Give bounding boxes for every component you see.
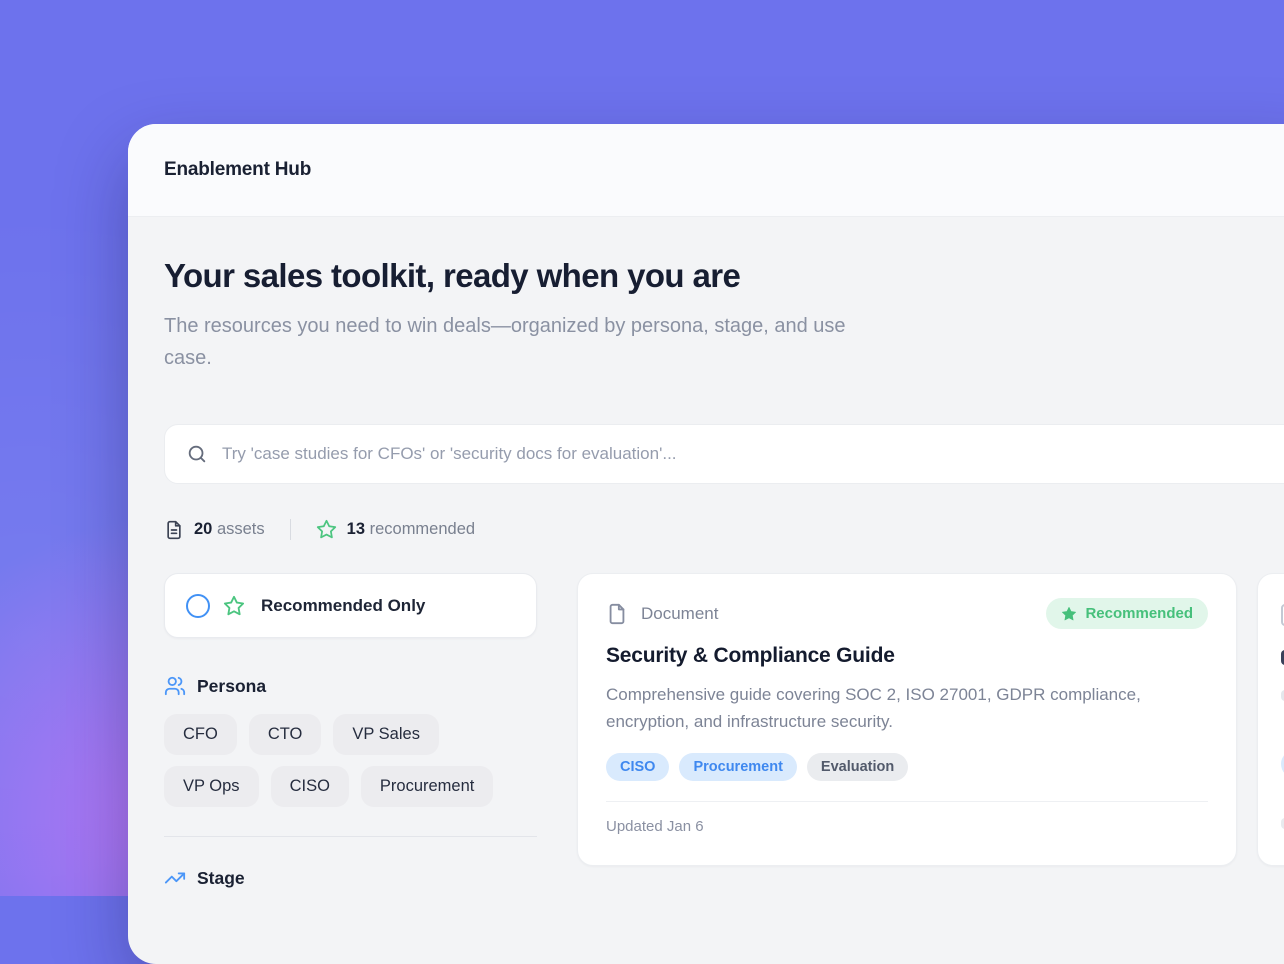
filters-and-results: Recommended Only Persona CFO CTO VP Sale… [164, 573, 1284, 889]
assets-stat: 20 assets [164, 520, 265, 540]
persona-chip-vp-ops[interactable]: VP Ops [164, 766, 259, 807]
persona-chip-vp-sales[interactable]: VP Sales [333, 714, 439, 755]
stage-label: Stage [197, 868, 245, 889]
recommended-badge-label: Recommended [1085, 605, 1193, 622]
asset-card-partial[interactable] [1257, 573, 1284, 866]
card-type-label: Document [641, 604, 718, 624]
search-box[interactable] [164, 424, 1284, 484]
stage-section-heading: Stage [164, 867, 537, 889]
sidebar-divider [164, 836, 537, 837]
recommended-stat: 13 recommended [316, 519, 475, 540]
card-description: Comprehensive guide covering SOC 2, ISO … [606, 681, 1171, 735]
page-title: Your sales toolkit, ready when you are [164, 257, 1284, 295]
card-header-row: Document Recommended [606, 598, 1208, 629]
page-subtitle: The resources you need to win deals—orga… [164, 310, 854, 374]
search-icon [186, 443, 208, 465]
card-tags: CISO Procurement Evaluation [606, 753, 1208, 781]
trending-up-icon [164, 867, 186, 889]
app-title: Enablement Hub [164, 159, 311, 181]
asset-card-security-compliance-guide[interactable]: Document Recommended Security & Complian… [577, 573, 1237, 866]
recommended-only-toggle[interactable]: Recommended Only [164, 573, 537, 638]
card-updated: Updated Jan 6 [606, 801, 1208, 835]
persona-chip-procurement[interactable]: Procurement [361, 766, 493, 807]
users-icon [164, 675, 186, 697]
main-content: Your sales toolkit, ready when you are T… [128, 257, 1284, 889]
file-icon [606, 603, 628, 625]
app-header: Enablement Hub [128, 124, 1284, 217]
tag-ciso: CISO [606, 753, 669, 781]
card-type: Document [606, 603, 718, 625]
persona-chips: CFO CTO VP Sales VP Ops CISO Procurement [164, 714, 537, 807]
persona-chip-ciso[interactable]: CISO [271, 766, 349, 807]
asset-cards: Document Recommended Security & Complian… [577, 573, 1284, 866]
star-filled-icon [1061, 606, 1077, 622]
star-icon [316, 519, 337, 540]
tag-procurement: Procurement [679, 753, 796, 781]
search-input[interactable] [222, 444, 1284, 464]
stats-row: 20 assets 13 recommended [164, 519, 1284, 540]
enablement-hub-window: Enablement Hub Your sales toolkit, ready… [128, 124, 1284, 964]
tag-evaluation: Evaluation [807, 753, 908, 781]
persona-chip-cfo[interactable]: CFO [164, 714, 237, 755]
persona-label: Persona [197, 676, 266, 697]
document-icon [164, 520, 184, 540]
recommended-stat-text: 13 recommended [347, 520, 475, 539]
persona-chip-cto[interactable]: CTO [249, 714, 322, 755]
star-icon [223, 595, 245, 617]
radio-circle-icon[interactable] [186, 594, 210, 618]
recommended-badge: Recommended [1046, 598, 1208, 629]
filters-sidebar: Recommended Only Persona CFO CTO VP Sale… [164, 573, 537, 889]
recommended-only-label: Recommended Only [261, 596, 425, 616]
persona-section-heading: Persona [164, 675, 537, 697]
stats-divider [290, 519, 291, 540]
assets-stat-text: 20 assets [194, 520, 265, 539]
card-title: Security & Compliance Guide [606, 644, 1208, 668]
